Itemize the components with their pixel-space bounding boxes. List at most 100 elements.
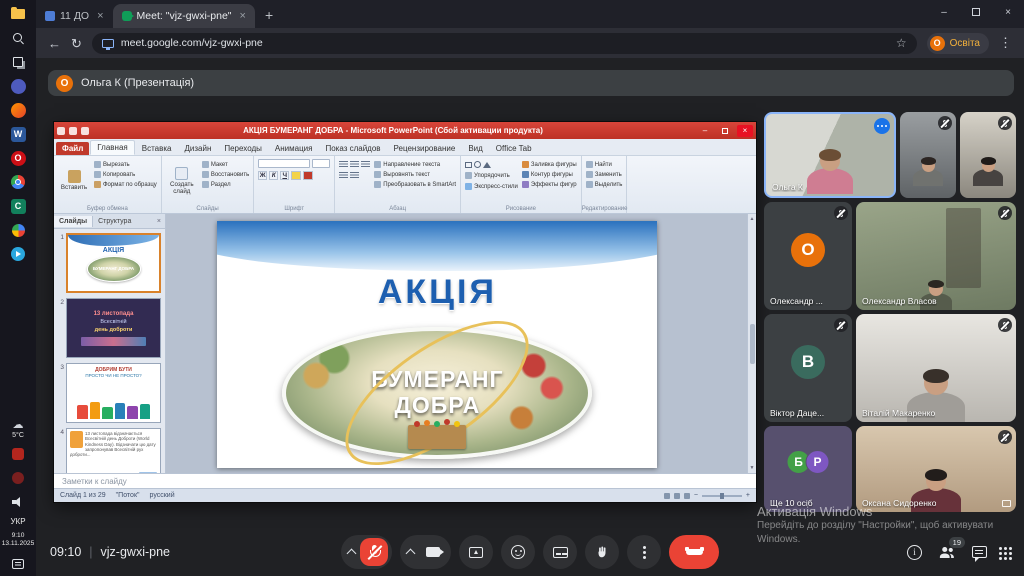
underline-button[interactable]: Ч (280, 171, 289, 180)
scroll-thumb[interactable] (750, 324, 755, 364)
participant-tile-small-1[interactable] (900, 112, 956, 198)
chrome-icon[interactable] (7, 173, 29, 191)
screen-rec-icon[interactable] (7, 445, 29, 463)
reset-button[interactable]: Восстановить (202, 171, 249, 178)
participants-button[interactable]: 19 (938, 545, 956, 560)
save-icon[interactable] (69, 127, 77, 135)
camera-options-chevron-icon[interactable] (406, 549, 416, 559)
task-view-icon[interactable] (7, 53, 29, 71)
slide-thumbnail-4[interactable]: 4 13 листопада відзначається Всесвітній … (56, 428, 161, 473)
opera-icon[interactable]: O (7, 149, 29, 167)
volume-icon[interactable] (7, 493, 29, 511)
taskbar-clock[interactable]: 9:10 13.11.2025 (2, 532, 35, 549)
font-color-button[interactable] (303, 171, 313, 180)
notification-icon[interactable] (7, 555, 29, 573)
telegram-icon[interactable] (7, 245, 29, 263)
scroll-down-icon[interactable]: ▼ (750, 465, 755, 471)
numbering-icon[interactable] (350, 172, 359, 179)
participant-tile-more[interactable]: Б Р Ще 10 осіб (764, 426, 852, 512)
ppt-maximize-button[interactable] (717, 125, 733, 137)
browser-menu-icon[interactable]: ⋮ (999, 35, 1012, 51)
back-icon[interactable]: ← (48, 37, 61, 50)
copy-button[interactable]: Копировать (94, 171, 157, 178)
smartart-button[interactable]: Преобразовать в SmartArt (374, 181, 456, 188)
highlight-color-button[interactable] (291, 171, 301, 180)
participant-tile-oksana[interactable]: Оксана Сидоренко (856, 426, 1016, 512)
participant-tile-oleksandr[interactable]: О Олександр ... (764, 202, 852, 310)
shape-effects-button[interactable]: Эффекты фигур (522, 181, 577, 188)
mute-button[interactable] (360, 538, 388, 566)
participant-tile-vlasov[interactable]: Олександр Власов (856, 202, 1016, 310)
reload-icon[interactable]: ↻ (71, 37, 82, 50)
end-call-button[interactable] (669, 535, 719, 569)
section-button[interactable]: Раздел (202, 181, 249, 188)
bold-button[interactable]: Ж (258, 171, 267, 180)
raise-hand-button[interactable] (585, 535, 619, 569)
ppt-tab-animation[interactable]: Анимация (269, 142, 319, 155)
classroom-icon[interactable]: C (7, 197, 29, 215)
reactions-button[interactable] (501, 535, 535, 569)
close-button[interactable]: × (992, 0, 1024, 24)
scroll-up-icon[interactable]: ▲ (750, 216, 755, 222)
align-right-icon[interactable] (361, 161, 370, 168)
presenting-banner[interactable]: О Ольга К (Презентація) (48, 70, 1014, 96)
participant-tile-vitaliy[interactable]: Віталій Макаренко (856, 314, 1016, 422)
teams-icon[interactable] (7, 77, 29, 95)
mic-options-chevron-icon[interactable] (347, 549, 357, 559)
participant-tile-olga[interactable]: Ольга К (764, 112, 896, 198)
font-name-box[interactable] (258, 159, 310, 168)
ppt-tab-transitions[interactable]: Переходы (218, 142, 268, 155)
italic-button[interactable]: К (269, 171, 278, 180)
align-text-button[interactable]: Выровнять текст (374, 171, 456, 178)
ppt-tab-design[interactable]: Дизайн (178, 142, 217, 155)
word-icon[interactable]: W (7, 125, 29, 143)
shape-triangle-icon[interactable] (483, 162, 491, 168)
slides-tab[interactable]: Слайды (54, 216, 93, 227)
font-size-box[interactable] (312, 159, 330, 168)
bullets-icon[interactable] (339, 172, 348, 179)
browser-profile-chip[interactable]: О Освіта (927, 33, 989, 54)
text-direction-button[interactable]: Направление текста (374, 161, 456, 168)
ppt-close-button[interactable]: × (737, 125, 753, 137)
meeting-info-button[interactable] (907, 545, 922, 560)
find-button[interactable]: Найти (586, 161, 623, 168)
align-center-icon[interactable] (350, 161, 359, 168)
language-indicator[interactable]: УКР (10, 517, 25, 526)
zoom-in-icon[interactable]: + (746, 492, 750, 499)
ppt-tab-review[interactable]: Рецензирование (388, 142, 462, 155)
notes-area[interactable]: Заметки к слайду (54, 473, 756, 488)
panel-close-icon[interactable]: × (157, 218, 165, 225)
ppt-tab-officetab[interactable]: Office Tab (490, 142, 538, 155)
address-bar[interactable]: meet.google.com/vjz-gwxi-pne ☆ (92, 33, 917, 54)
new-slide-button[interactable]: Создать слайд (166, 159, 198, 203)
quick-styles-button[interactable]: Экспресс-стили (465, 183, 518, 190)
layout-button[interactable]: Макет (202, 161, 249, 168)
ppt-tab-home[interactable]: Главная (90, 140, 134, 155)
search-icon[interactable] (7, 29, 29, 47)
undo-icon[interactable] (81, 127, 89, 135)
ppt-minimize-button[interactable]: – (697, 125, 713, 137)
slide-thumbnail-3[interactable]: 3 ДОБРИМ БУТИ ПРОСТО ЧИ НЕ ПРОСТО? (56, 363, 161, 423)
chat-button[interactable] (972, 546, 987, 558)
arrange-button[interactable]: Упорядочить (465, 172, 518, 179)
ppt-tab-file[interactable]: Файл (56, 142, 89, 155)
ppt-tab-view[interactable]: Вид (462, 142, 488, 155)
browser-tab-1[interactable]: 11 ДО × (36, 4, 113, 28)
participant-tile-viktor[interactable]: В Віктор Даце... (764, 314, 852, 422)
slideshow-view-icon[interactable] (684, 493, 690, 499)
tab-close-icon[interactable]: × (97, 10, 103, 22)
ppt-tab-insert[interactable]: Вставка (136, 142, 178, 155)
captions-button[interactable] (543, 535, 577, 569)
ppt-tab-slideshow[interactable]: Показ слайдов (319, 142, 386, 155)
bookmark-star-icon[interactable]: ☆ (896, 36, 907, 50)
slide-thumbnail-2[interactable]: 2 13 листопада Всесвітній день доброти (56, 298, 161, 358)
participant-tile-small-2[interactable] (960, 112, 1016, 198)
paste-button[interactable]: Вставить (58, 159, 90, 203)
browser-tab-meet[interactable]: Meet: "vjz-gwxi-pne" × (113, 4, 255, 28)
shape-fill-button[interactable]: Заливка фигуры (522, 161, 577, 168)
current-slide[interactable]: АКЦІЯ БУМЕРАНГ ДОБРА (217, 221, 657, 468)
firefox-icon[interactable] (7, 101, 29, 119)
minimize-button[interactable]: – (928, 0, 960, 24)
weather-widget[interactable]: ☁ 5°C (12, 420, 24, 439)
cut-button[interactable]: Вырезать (94, 161, 157, 168)
